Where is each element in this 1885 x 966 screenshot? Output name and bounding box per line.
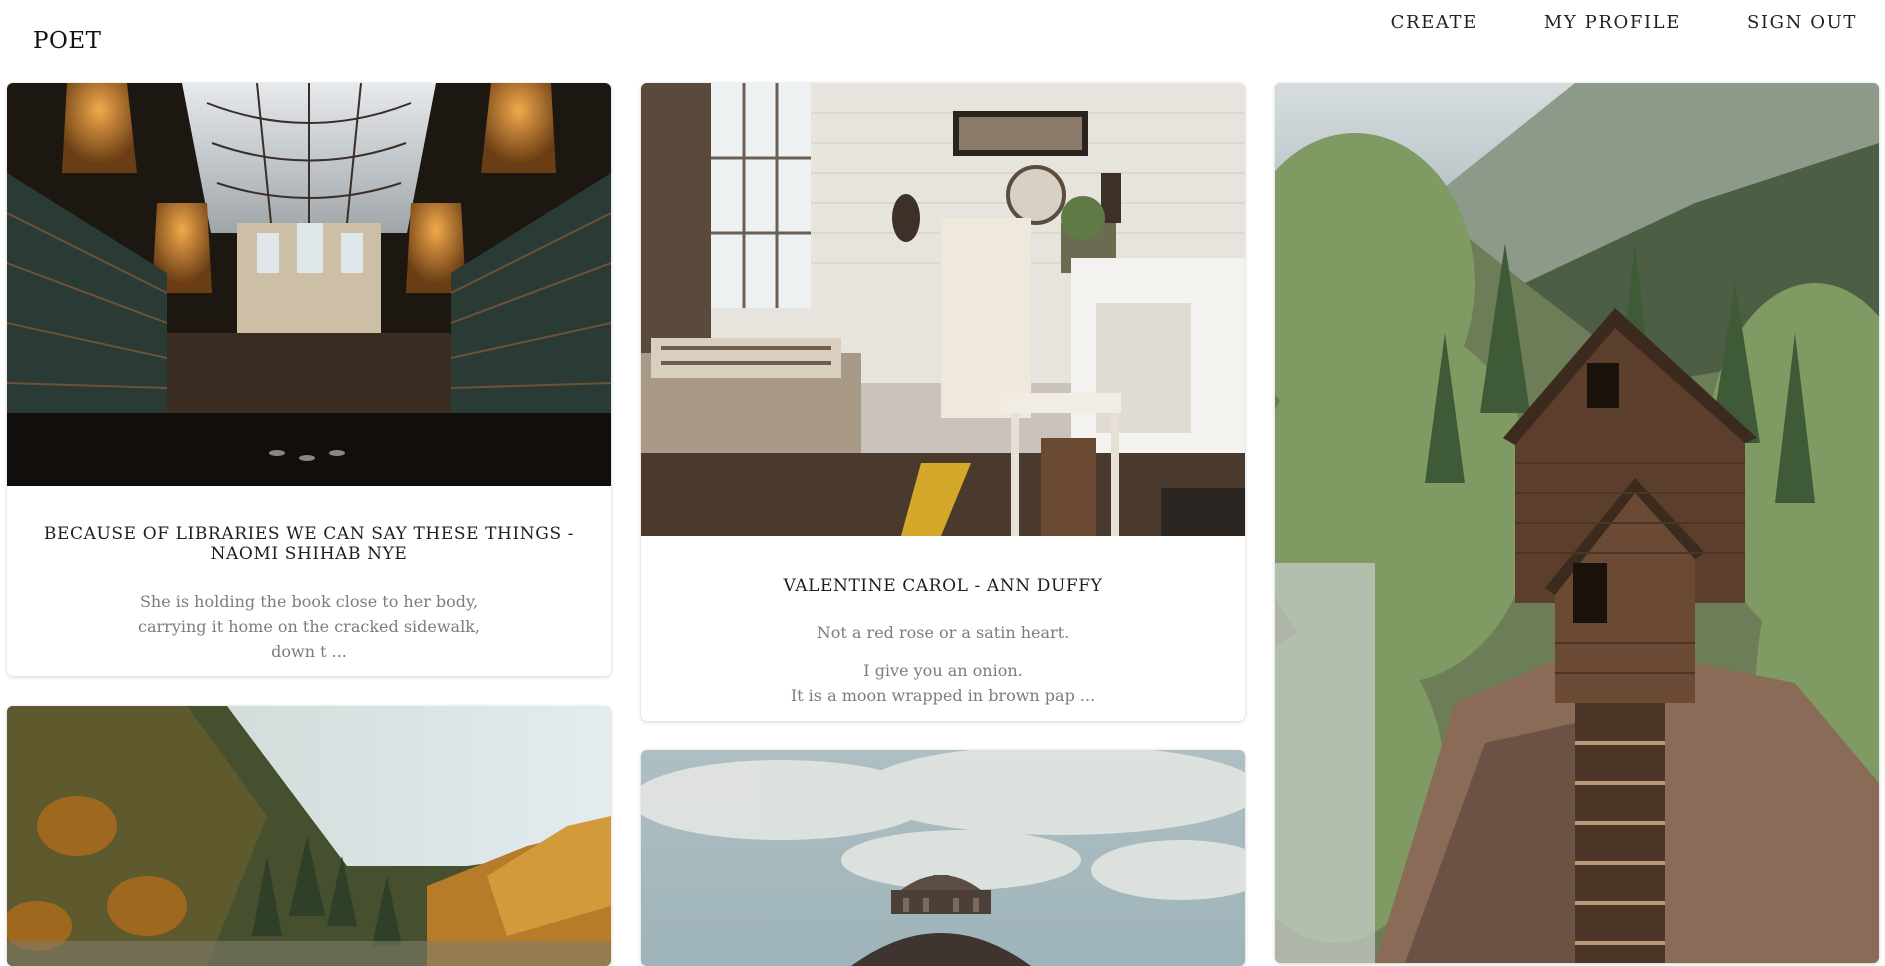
poem-excerpt: Not a red rose or a satin heart. [651,620,1235,645]
poem-card[interactable] [641,750,1245,966]
poem-title[interactable]: BECAUSE OF LIBRARIES WE CAN SAY THESE TH… [17,524,601,564]
excerpt-line: carrying it home on the cracked sidewalk… [138,617,480,636]
library-interior-image[interactable] [7,83,611,486]
excerpt-line: She is holding the book close to her bod… [139,592,479,611]
poem-card[interactable] [7,706,611,966]
poem-excerpt: She is holding the book close to her bod… [17,589,601,664]
excerpt-line: It is a moon wrapped in brown pap ... [790,686,1096,705]
poem-card[interactable]: VALENTINE CAROL - ANN DUFFY Not a red ro… [641,83,1245,721]
poem-title[interactable]: VALENTINE CAROL - ANN DUFFY [651,576,1235,596]
autumn-river-forest-image[interactable] [7,706,611,966]
excerpt-line: Not a red rose or a satin heart. [816,623,1070,642]
top-bar: POET CREATE MY PROFILE SIGN OUT [0,0,1885,82]
excerpt-line: down t ... [271,642,347,661]
poem-card[interactable] [1275,83,1879,963]
site-logo[interactable]: POET [33,28,101,54]
poem-excerpt: I give you an onion. It is a moon wrappe… [651,658,1235,708]
create-link[interactable]: CREATE [1391,12,1478,33]
poem-card[interactable]: BECAUSE OF LIBRARIES WE CAN SAY THESE TH… [7,83,611,676]
antique-shop-interior-image[interactable] [641,83,1245,536]
my-profile-link[interactable]: MY PROFILE [1544,12,1681,33]
excerpt-line: I give you an onion. [863,661,1023,680]
sign-out-link[interactable]: SIGN OUT [1747,12,1857,33]
ornate-dome-sky-image[interactable] [641,750,1245,966]
cliffside-mill-image[interactable] [1275,83,1879,963]
main-nav: CREATE MY PROFILE SIGN OUT [1391,12,1857,33]
